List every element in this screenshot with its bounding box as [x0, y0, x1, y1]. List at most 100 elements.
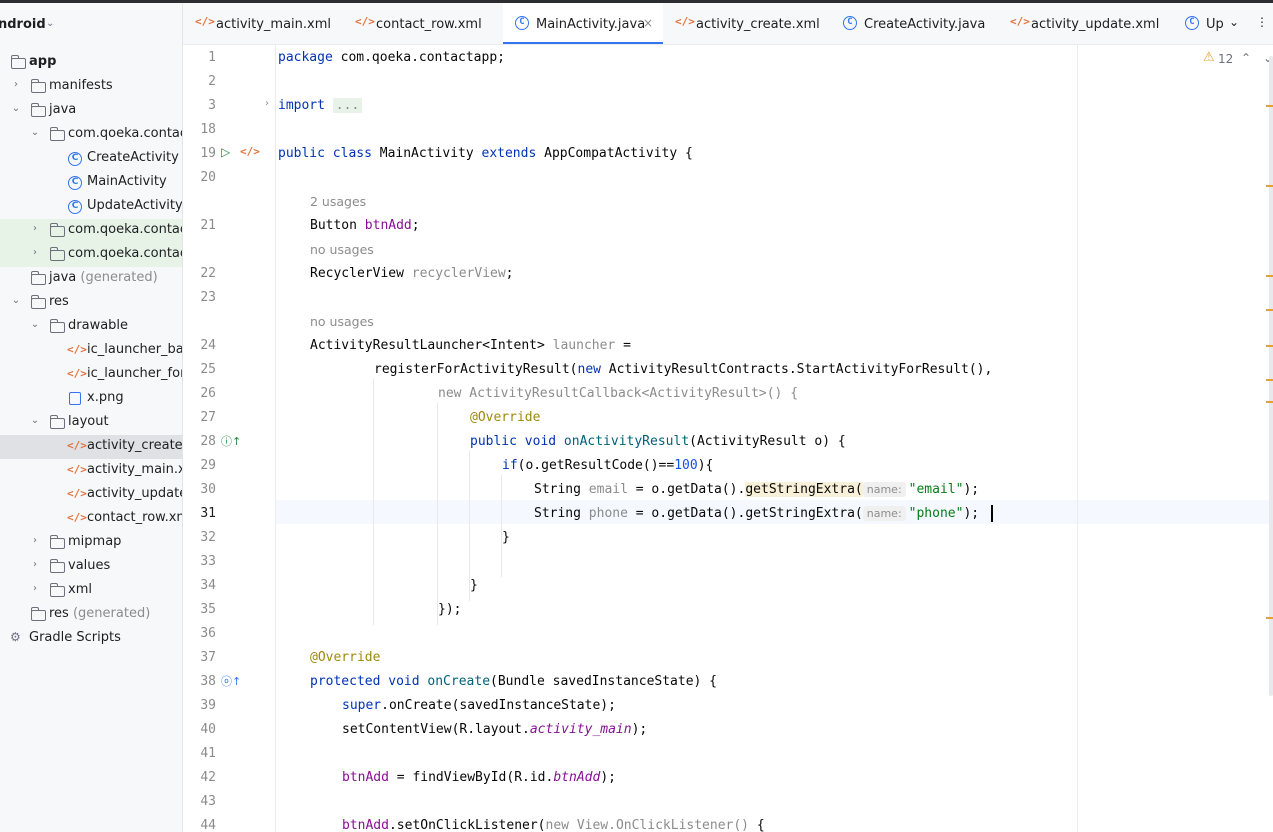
warning-marker[interactable] — [1266, 309, 1273, 311]
folder-icon — [50, 583, 65, 597]
chevron-down-icon[interactable]: ⌄ — [29, 415, 41, 426]
warning-marker[interactable] — [1266, 617, 1273, 619]
line-number: 3 — [208, 98, 216, 113]
editor-tab[interactable]: C Up — [1173, 3, 1233, 44]
code-line-27: @Override — [470, 410, 541, 425]
tree-item[interactable]: x.png — [0, 387, 182, 411]
class-icon: C — [68, 152, 82, 166]
editor-tab[interactable]: </> activity_create.xml — [663, 3, 831, 44]
code-line-37: @Override — [310, 650, 381, 665]
tree-item-label: CreateActivity — [87, 150, 179, 165]
usages-hint[interactable]: no usages — [310, 242, 374, 257]
usages-hint[interactable]: 2 usages — [310, 194, 366, 209]
xml-icon: </> — [67, 487, 87, 500]
tree-item[interactable]: </> ic_launcher_fore — [0, 363, 182, 387]
warning-marker[interactable] — [1266, 275, 1273, 277]
chevron-right-icon[interactable]: › — [29, 247, 41, 258]
gradle-icon: ⚙ — [10, 630, 21, 644]
editor-tab[interactable]: C MainActivity.java × — [503, 3, 663, 44]
tree-item[interactable]: java (generated) — [0, 267, 182, 291]
implements-icon[interactable]: ⓘ↑ — [221, 433, 241, 449]
tree-item[interactable]: </>activity_update.x — [0, 483, 182, 507]
project-view-selector[interactable]: ndroid — [0, 17, 46, 32]
warning-marker[interactable] — [1266, 345, 1273, 347]
chevron-down-icon[interactable]: ⌄ — [46, 18, 54, 29]
chevron-right-icon[interactable]: › — [29, 583, 41, 594]
class-icon: C — [68, 176, 82, 190]
tree-item[interactable]: › values — [0, 555, 182, 579]
tree-item[interactable]: ⌄ drawable — [0, 315, 182, 339]
overrides-icon[interactable]: ⓞ↑ — [221, 673, 241, 689]
chevron-down-icon[interactable]: ⌄ — [29, 127, 41, 138]
code-line-31: String phone = o.getData().getStringExtr… — [534, 506, 980, 521]
code-line-30: String email = o.getData().getStringExtr… — [534, 482, 980, 497]
warning-marker[interactable] — [1266, 185, 1273, 187]
tree-item[interactable]: › mipmap — [0, 531, 182, 555]
chevron-down-icon[interactable]: ⌄ — [0, 55, 2, 66]
line-number: 34 — [200, 578, 216, 593]
tree-item-label: java — [49, 102, 77, 117]
tree-item[interactable]: ⌄ app — [0, 51, 182, 75]
warning-marker[interactable] — [1266, 379, 1273, 381]
chevron-right-icon[interactable]: › — [29, 559, 41, 570]
warning-marker[interactable] — [1266, 401, 1273, 403]
chevron-up-icon[interactable]: ⌃ — [1241, 51, 1251, 65]
chevron-right-icon[interactable]: › — [10, 79, 22, 90]
chevron-right-icon[interactable]: › — [29, 223, 41, 234]
tree-item-label: MainActivity — [87, 174, 167, 189]
editor-tab[interactable]: </> activity_main.xml — [183, 3, 343, 44]
tree-item[interactable]: C CreateActivity — [0, 147, 182, 171]
warning-marker[interactable] — [1266, 105, 1273, 107]
run-icon[interactable]: ▷ — [221, 145, 230, 159]
xml-file-icon: </> — [195, 15, 215, 28]
more-options-icon[interactable]: ⋮ — [1256, 15, 1268, 29]
editor-tab[interactable]: C CreateActivity.java — [831, 3, 998, 44]
chevron-down-icon[interactable]: ⌄ — [1229, 15, 1239, 29]
tree-item[interactable]: </>activity_create.xn — [0, 435, 182, 459]
editor-scrollbar[interactable] — [1269, 56, 1273, 696]
editor-tabs: </> activity_main.xml </> contact_row.xml C M… — [183, 3, 1273, 45]
chevron-right-icon[interactable]: › — [29, 535, 41, 546]
fold-expand-icon[interactable]: › — [265, 98, 269, 109]
chevron-down-icon[interactable]: ⌄ — [29, 319, 41, 330]
tree-item[interactable]: ⌄ layout — [0, 411, 182, 435]
line-number: 40 — [200, 722, 216, 737]
tree-item[interactable]: ⌄ res — [0, 291, 182, 315]
code-line-44: btnAdd.setOnClickListener(new View.OnCli… — [342, 818, 765, 832]
line-number: 21 — [200, 218, 216, 233]
tree-item[interactable]: ⚙ Gradle Scripts — [0, 627, 182, 651]
folded-imports[interactable]: ... — [332, 98, 363, 113]
xml-icon: </> — [67, 439, 87, 452]
java-class-icon: C — [515, 16, 529, 30]
chevron-down-icon[interactable]: ⌄ — [10, 295, 22, 306]
code-line-34: } — [470, 578, 478, 593]
editor-tab[interactable]: </> contact_row.xml — [343, 3, 503, 44]
tree-item[interactable]: › manifests — [0, 75, 182, 99]
code-line-24: ActivityResultLauncher<Intent> launcher … — [310, 338, 631, 353]
tree-item[interactable]: › com.qoeka.contacta — [0, 219, 182, 243]
tree-item[interactable]: ⌄ java — [0, 99, 182, 123]
code-line-25: registerForActivityResult(new ActivityRe… — [374, 362, 993, 377]
tree-item[interactable]: </>activity_main.xml — [0, 459, 182, 483]
layout-xml-icon[interactable]: </> — [240, 145, 260, 158]
tree-item[interactable]: C UpdateActivity — [0, 195, 182, 219]
tree-item[interactable]: </>ic_launcher_bacl — [0, 339, 182, 363]
tree-item[interactable]: ⌄ com.qoeka.contacta — [0, 123, 182, 147]
tree-item[interactable]: C MainActivity — [0, 171, 182, 195]
line-number: 44 — [200, 818, 216, 832]
tree-item[interactable]: </> contact_row.xml — [0, 507, 182, 531]
tree-item[interactable]: res (generated) — [0, 603, 182, 627]
tree-item[interactable]: › com.qoeka.contacta — [0, 243, 182, 267]
tree-item[interactable]: › xml — [0, 579, 182, 603]
text-caret — [991, 505, 993, 522]
indent-guide — [437, 403, 438, 625]
code-editor[interactable]: 1 2 3 18 19 20 21 22 23 24 25 26 27 28 29 30 31 32 33 34 35 3… — [183, 45, 1273, 832]
chevron-down-icon[interactable]: ⌄ — [10, 103, 22, 114]
close-icon[interactable]: × — [643, 16, 653, 30]
line-number: 26 — [200, 386, 216, 401]
folder-icon — [50, 559, 65, 573]
package-icon — [50, 247, 65, 261]
usages-hint[interactable]: no usages — [310, 314, 374, 329]
right-margin-guide — [1077, 45, 1078, 832]
editor-tab[interactable]: </> activity_update.xml — [998, 3, 1173, 44]
